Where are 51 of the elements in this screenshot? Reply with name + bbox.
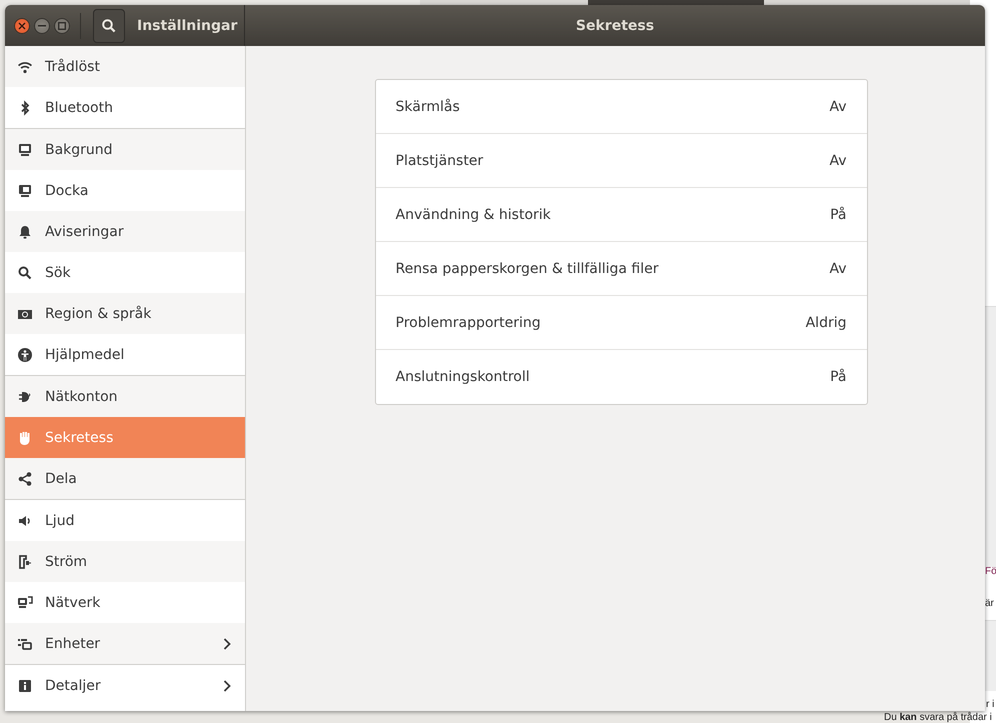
setting-label: Skärmlås <box>396 98 460 114</box>
background-text: är <box>985 598 994 609</box>
setting-value: Av <box>829 98 846 114</box>
sidebar-item[interactable]: Trådlöst <box>5 46 245 87</box>
sidebar-item[interactable]: Ström <box>5 541 245 582</box>
maximize-button[interactable] <box>54 18 70 34</box>
bell-icon <box>17 224 33 240</box>
background-text: r i <box>986 699 994 710</box>
settings-row[interactable]: Användning & historik På <box>376 188 866 242</box>
chevron-icon <box>223 638 231 650</box>
background-text: Fö <box>985 566 996 577</box>
settings-row[interactable]: Anslutningskontroll På <box>376 350 866 404</box>
setting-value: På <box>830 206 846 222</box>
search-icon <box>101 18 117 34</box>
monitor-icon <box>17 182 33 198</box>
settings-row[interactable]: Rensa papperskorgen & tillfälliga filer Av <box>376 242 866 296</box>
sidebar-item[interactable]: Dela <box>5 458 245 500</box>
setting-value: Av <box>829 152 846 168</box>
setting-label: Platstjänster <box>396 152 484 168</box>
sidebar-item[interactable]: Bakgrund <box>5 129 245 170</box>
settings-row[interactable]: Platstjänster Av <box>376 134 866 188</box>
battery-icon <box>17 554 33 570</box>
search-icon <box>17 264 33 280</box>
setting-label: Problemrapportering <box>396 314 541 330</box>
minimize-icon <box>38 24 46 26</box>
close-icon <box>18 22 26 30</box>
setting-value: På <box>830 369 846 385</box>
minimize-button[interactable] <box>34 18 50 34</box>
settings-row[interactable]: Problemrapportering Aldrig <box>376 296 866 350</box>
search-button[interactable] <box>93 8 125 42</box>
window-title: Inställningar <box>137 18 238 34</box>
setting-label: Användning & historik <box>396 206 551 222</box>
setting-label: Anslutningskontroll <box>396 369 530 385</box>
sidebar-item[interactable]: Region & språk <box>5 293 245 334</box>
accessibility-icon <box>17 346 33 362</box>
page-title: Sekretess <box>576 18 654 34</box>
sidebar-item[interactable]: Nätkonton <box>5 376 245 417</box>
info-icon <box>17 678 33 694</box>
background-text: Du kan svara på trådar i <box>884 712 992 723</box>
chevron-icon <box>223 680 231 692</box>
setting-label: Rensa papperskorgen & tillfälliga filer <box>396 260 659 276</box>
setting-value: Av <box>829 260 846 276</box>
setting-value: Aldrig <box>806 314 846 330</box>
network-icon <box>17 594 33 610</box>
close-button[interactable] <box>14 18 30 34</box>
monitor-icon <box>17 142 33 158</box>
sidebar-item[interactable]: Enheter <box>5 623 245 665</box>
sidebar-item[interactable]: Aviseringar <box>5 211 245 252</box>
maximize-icon <box>58 22 66 30</box>
share-icon <box>17 470 33 486</box>
settings-row[interactable]: Skärmlås Av <box>376 80 866 134</box>
